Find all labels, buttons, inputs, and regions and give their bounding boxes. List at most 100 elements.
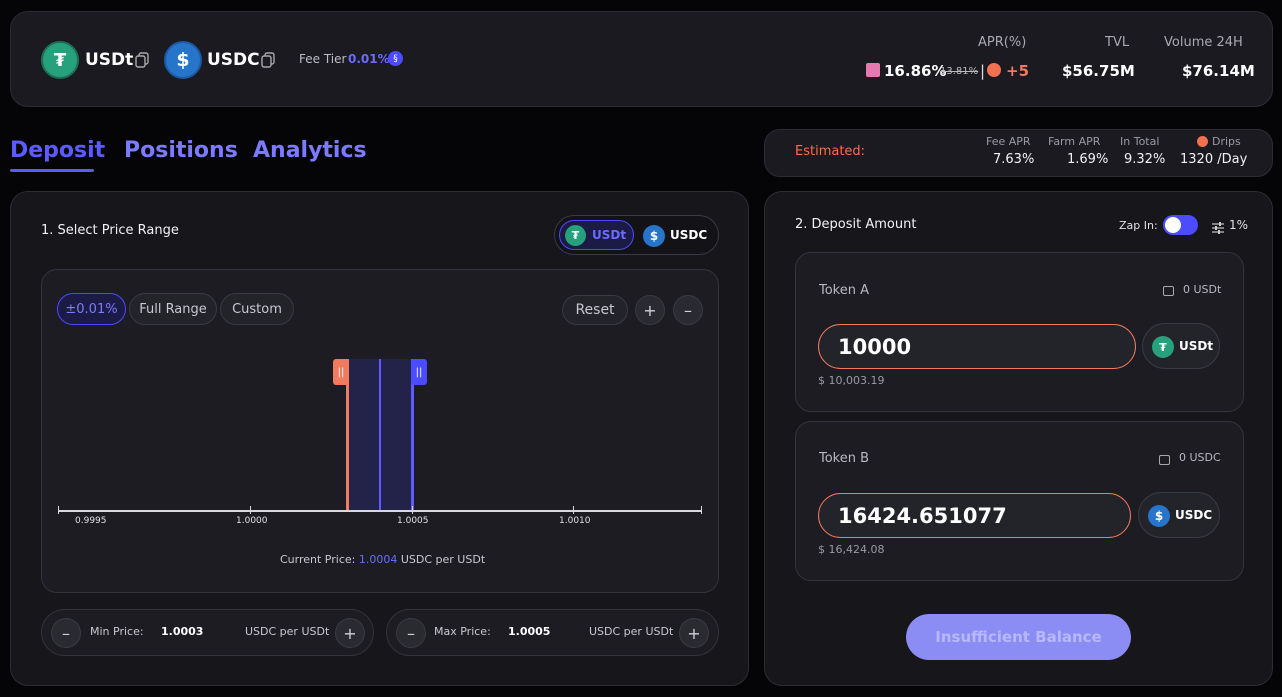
preset-0.01-button[interactable]: ±0.01% xyxy=(57,293,126,325)
in-total-value: 9.32% xyxy=(1124,152,1166,167)
usdc-token-icon: $ xyxy=(1148,505,1170,527)
zoom-out-button[interactable]: – xyxy=(673,295,703,325)
axis-tick xyxy=(701,506,702,514)
token-b-amount-input[interactable]: 16424.651077 xyxy=(818,493,1131,538)
apr-old-value: 13.81% xyxy=(940,66,979,77)
price-range-title: 1. Select Price Range xyxy=(41,223,179,238)
copy-icon[interactable] xyxy=(135,52,149,68)
axis-tick-label: 1.0010 xyxy=(559,516,591,526)
price-range-panel: 1. Select Price Range ₮ USDt $ USDC ±0.0… xyxy=(10,191,749,686)
toggle-usdt-label: USDt xyxy=(592,228,627,242)
token-b-select-symbol: USDC xyxy=(1175,508,1213,522)
preset-full-range-button[interactable]: Full Range xyxy=(129,293,217,325)
tab-positions[interactable]: Positions xyxy=(124,138,238,163)
insufficient-balance-button[interactable]: Insufficient Balance xyxy=(906,614,1131,660)
token-a-symbol: USDt xyxy=(85,50,134,70)
min-price-increment-button[interactable]: + xyxy=(335,618,365,648)
wallet-icon xyxy=(1159,455,1170,465)
usdt-token-icon: ₮ xyxy=(565,225,586,246)
price-axis xyxy=(58,510,702,512)
token-b-symbol: USDC xyxy=(207,50,260,70)
current-price-line xyxy=(379,359,381,511)
tvl-label: TVL xyxy=(1105,35,1130,50)
apr-label: APR(%) xyxy=(978,35,1027,50)
zap-in-label: Zap In: xyxy=(1119,219,1158,232)
current-price-label: Current Price: xyxy=(280,553,356,566)
protocol-icon: § xyxy=(388,51,403,66)
drips-label: Drips xyxy=(1212,135,1241,148)
axis-tick-label: 1.0005 xyxy=(397,516,429,526)
current-price-value: 1.0004 xyxy=(358,553,398,566)
tab-analytics[interactable]: Analytics xyxy=(253,138,367,163)
farm-apr-label: Farm APR xyxy=(1048,135,1101,148)
slippage-settings-icon[interactable] xyxy=(1212,219,1224,234)
min-price-decrement-button[interactable]: – xyxy=(51,618,81,648)
token-a-amount-input[interactable]: 10000 xyxy=(818,324,1136,369)
min-price-label: Min Price: xyxy=(90,625,144,638)
max-price-drag-handle[interactable]: || xyxy=(411,359,427,385)
volume-value: $76.14M xyxy=(1182,62,1255,80)
estimated-panel: Estimated: Fee APR 7.63% Farm APR 1.69% … xyxy=(764,129,1273,177)
usdc-token-icon: $ xyxy=(164,41,202,79)
axis-tick-label: 1.0000 xyxy=(236,516,268,526)
toggle-usdc-label[interactable]: USDC xyxy=(670,228,707,242)
tab-deposit[interactable]: Deposit xyxy=(10,138,105,163)
axis-tick xyxy=(573,506,574,514)
fee-apr-value: 7.63% xyxy=(993,152,1035,167)
token-a-balance: 0 USDt xyxy=(1183,283,1222,296)
slippage-value[interactable]: 1% xyxy=(1229,218,1248,232)
usdt-token-icon: ₮ xyxy=(41,41,79,79)
volume-label: Volume 24H xyxy=(1164,35,1243,50)
current-price-readout: Current Price: 1.0004 USDC per USDt xyxy=(280,553,485,566)
min-price-unit: USDC per USDt xyxy=(245,625,330,638)
min-price-value[interactable]: 1.0003 xyxy=(161,625,203,638)
deposit-amount-title: 2. Deposit Amount xyxy=(795,217,917,232)
reset-button[interactable]: Reset xyxy=(562,295,628,325)
zap-in-toggle[interactable] xyxy=(1163,215,1198,235)
drips-icon xyxy=(1197,136,1208,147)
axis-tick-label: 0.9995 xyxy=(75,516,107,526)
min-price-drag-handle[interactable]: || xyxy=(333,359,349,385)
fee-tier-label: Fee Tier xyxy=(299,52,347,66)
usdc-token-icon: $ xyxy=(643,225,665,247)
token-b-usd-value: $ 16,424.08 xyxy=(818,543,885,556)
token-a-select-button[interactable]: ₮ USDt xyxy=(1142,323,1220,369)
copy-icon[interactable] xyxy=(261,52,275,68)
token-b-card: Token B 0 USDC 16424.651077 $ 16,424.08 … xyxy=(795,421,1244,581)
token-a-card: Token A 0 USDt 10000 $ 10,003.19 ₮ USDt xyxy=(795,252,1244,412)
min-price-stepper: – Min Price: 1.0003 USDC per USDt + xyxy=(41,609,374,656)
deposit-amount-panel: 2. Deposit Amount Zap In: 1% Token A 0 U… xyxy=(764,191,1273,686)
token-toggle: ₮ USDt $ USDC xyxy=(554,215,719,255)
token-b-select-button[interactable]: $ USDC xyxy=(1138,492,1220,538)
max-price-unit: USDC per USDt xyxy=(589,625,674,638)
usdt-token-icon: ₮ xyxy=(1152,336,1174,358)
estimated-label: Estimated: xyxy=(795,144,866,159)
token-a-usd-value: $ 10,003.19 xyxy=(818,374,885,387)
axis-tick xyxy=(412,506,413,514)
pool-header: ₮ USDt $ USDC Fee Tier 0.01% § APR(%) 16… xyxy=(10,11,1273,107)
fee-tier-value: 0.01% xyxy=(348,52,390,66)
token-b-label: Token B xyxy=(819,451,870,466)
token-b-amount-value: 16424.651077 xyxy=(838,504,1007,528)
token-a-label: Token A xyxy=(819,283,870,298)
toggle-knob xyxy=(1165,217,1181,233)
toggle-usdt[interactable]: ₮ USDt xyxy=(559,220,634,250)
max-price-increment-button[interactable]: + xyxy=(679,618,709,648)
max-price-label: Max Price: xyxy=(434,625,491,638)
apr-value: 16.86% xyxy=(884,62,947,80)
apr-separator: | xyxy=(980,62,986,80)
axis-tick xyxy=(250,506,251,514)
max-price-decrement-button[interactable]: – xyxy=(396,618,426,648)
drips-icon xyxy=(987,63,1001,77)
current-price-unit: USDC per USDt xyxy=(400,553,486,566)
tvl-value: $56.75M xyxy=(1062,62,1135,80)
farm-apr-value: 1.69% xyxy=(1067,152,1109,167)
max-price-value[interactable]: 1.0005 xyxy=(508,625,550,638)
wallet-icon xyxy=(1163,286,1174,296)
in-total-label: In Total xyxy=(1120,135,1160,148)
axis-tick xyxy=(58,506,59,514)
price-range-chart: ±0.01% Full Range Custom Reset + – || ||… xyxy=(41,269,719,593)
zoom-in-button[interactable]: + xyxy=(635,295,665,325)
apr-bonus: +5 xyxy=(1006,62,1030,80)
preset-custom-button[interactable]: Custom xyxy=(220,293,294,325)
